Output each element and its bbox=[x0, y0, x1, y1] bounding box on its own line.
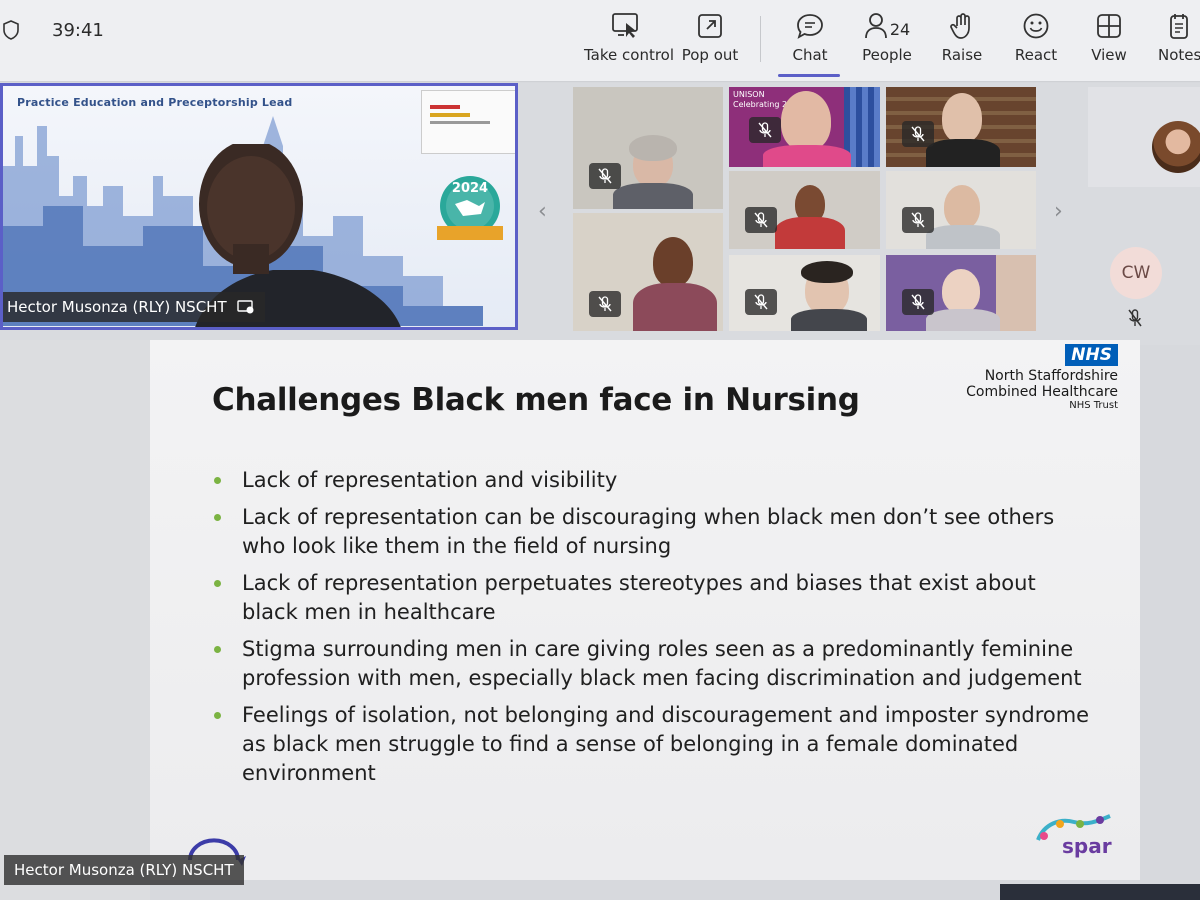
meeting-toolbar: 39:41 Take control Pop out Chat 24 Peopl… bbox=[0, 0, 1200, 82]
participant-tile[interactable] bbox=[573, 213, 723, 331]
take-control-label: Take control bbox=[584, 46, 675, 64]
participant-tile[interactable]: UNISON Celebrating 2C bbox=[729, 87, 880, 167]
participant-tile[interactable] bbox=[886, 87, 1036, 167]
view-label: View bbox=[1091, 46, 1127, 64]
active-tab-indicator bbox=[778, 74, 840, 77]
award-badge-2024: 2024 bbox=[437, 176, 503, 240]
bullet-item: Lack of representation and visibility bbox=[212, 466, 1092, 495]
take-control-icon bbox=[612, 13, 638, 38]
people-count: 24 bbox=[889, 20, 911, 39]
chat-icon bbox=[797, 14, 823, 39]
react-label: React bbox=[1014, 46, 1058, 64]
nhs-trust-logo: NHS North Staffordshire Combined Healthc… bbox=[966, 344, 1118, 412]
nhs-logo: NHS bbox=[1065, 344, 1118, 366]
raise-hand-icon bbox=[950, 13, 970, 39]
notes-icon bbox=[1170, 14, 1188, 39]
pop-out-label: Pop out bbox=[681, 46, 739, 64]
participant-tile[interactable] bbox=[573, 87, 723, 209]
bullet-item: Feelings of isolation, not belonging and… bbox=[212, 701, 1092, 788]
trust-name-line3: NHS Trust bbox=[1069, 400, 1118, 411]
badge-year: 2024 bbox=[452, 181, 488, 196]
people-icon bbox=[864, 13, 887, 39]
meeting-timer: 39:41 bbox=[52, 20, 104, 41]
toolbar-divider bbox=[760, 16, 761, 62]
presenter-name-tag: Hector Musonza (RLY) NSCHT bbox=[4, 855, 244, 885]
bullet-item: Lack of representation perpetuates stere… bbox=[212, 569, 1092, 627]
participant-avatar-initials[interactable]: CW bbox=[1110, 247, 1162, 299]
os-taskbar bbox=[1000, 884, 1200, 900]
presenter-name: Hector Musonza (RLY) NSCHT bbox=[14, 861, 234, 879]
self-view-tile[interactable] bbox=[1088, 87, 1200, 187]
participant-tile[interactable] bbox=[729, 171, 880, 249]
side-participants: CW bbox=[1088, 87, 1200, 333]
screen-share-icon bbox=[236, 300, 254, 314]
muted-mic-icon bbox=[589, 163, 621, 189]
people-button[interactable]: 24 People bbox=[858, 12, 916, 74]
trust-name-line1: North Staffordshire bbox=[984, 368, 1118, 384]
raise-label: Raise bbox=[941, 46, 983, 64]
gallery-prev-arrow[interactable]: ‹ bbox=[538, 199, 547, 224]
participant-avatar-photo bbox=[1152, 121, 1200, 173]
notes-button[interactable]: Notes bbox=[1158, 12, 1200, 74]
muted-mic-icon bbox=[1128, 309, 1142, 327]
react-button[interactable]: React bbox=[1014, 12, 1058, 74]
participant-tile[interactable] bbox=[729, 255, 880, 331]
chat-label: Chat bbox=[792, 46, 828, 64]
gallery-next-arrow[interactable]: › bbox=[1054, 199, 1063, 224]
certificate-image bbox=[421, 90, 515, 154]
raise-hand-button[interactable]: Raise bbox=[940, 12, 984, 74]
people-label: People bbox=[862, 46, 912, 64]
active-speaker-tile[interactable]: Practice Education and Preceptorship Lea… bbox=[0, 83, 518, 330]
muted-mic-icon bbox=[745, 289, 777, 315]
participant-tile[interactable] bbox=[886, 255, 1036, 331]
muted-mic-icon bbox=[745, 207, 777, 233]
speaker-name: Hector Musonza (RLY) NSCHT bbox=[7, 298, 227, 316]
shared-slide: NHS North Staffordshire Combined Healthc… bbox=[150, 340, 1140, 880]
notes-label: Notes bbox=[1158, 46, 1200, 64]
shield-icon bbox=[3, 20, 19, 40]
react-icon bbox=[1023, 13, 1049, 39]
chat-button[interactable]: Chat bbox=[786, 12, 834, 74]
muted-mic-icon bbox=[902, 121, 934, 147]
bullet-item: Lack of representation can be discouragi… bbox=[212, 503, 1092, 561]
participant-tile[interactable] bbox=[886, 171, 1036, 249]
meeting-stage: Practice Education and Preceptorship Lea… bbox=[0, 83, 1200, 345]
view-icon bbox=[1097, 14, 1121, 38]
slide-title: Challenges Black men face in Nursing bbox=[212, 382, 860, 418]
participant-gallery: UNISON Celebrating 2C bbox=[573, 87, 1036, 333]
trust-name-line2: Combined Healthcare bbox=[966, 384, 1118, 400]
view-button[interactable]: View bbox=[1090, 12, 1128, 74]
spar-logo-text: spar bbox=[1062, 834, 1112, 858]
pop-out-button[interactable]: Pop out bbox=[680, 12, 740, 74]
take-control-button[interactable]: Take control bbox=[584, 12, 674, 74]
bullet-item: Stigma surrounding men in care giving ro… bbox=[212, 635, 1092, 693]
muted-mic-icon bbox=[902, 289, 934, 315]
slide-bullet-list: Lack of representation and visibility La… bbox=[212, 466, 1092, 796]
muted-mic-icon bbox=[902, 207, 934, 233]
shared-content-margin bbox=[0, 340, 150, 900]
muted-mic-icon bbox=[589, 291, 621, 317]
muted-mic-icon bbox=[749, 117, 781, 143]
speaker-name-tag: Hector Musonza (RLY) NSCHT bbox=[3, 292, 265, 322]
pop-out-icon bbox=[698, 14, 722, 38]
